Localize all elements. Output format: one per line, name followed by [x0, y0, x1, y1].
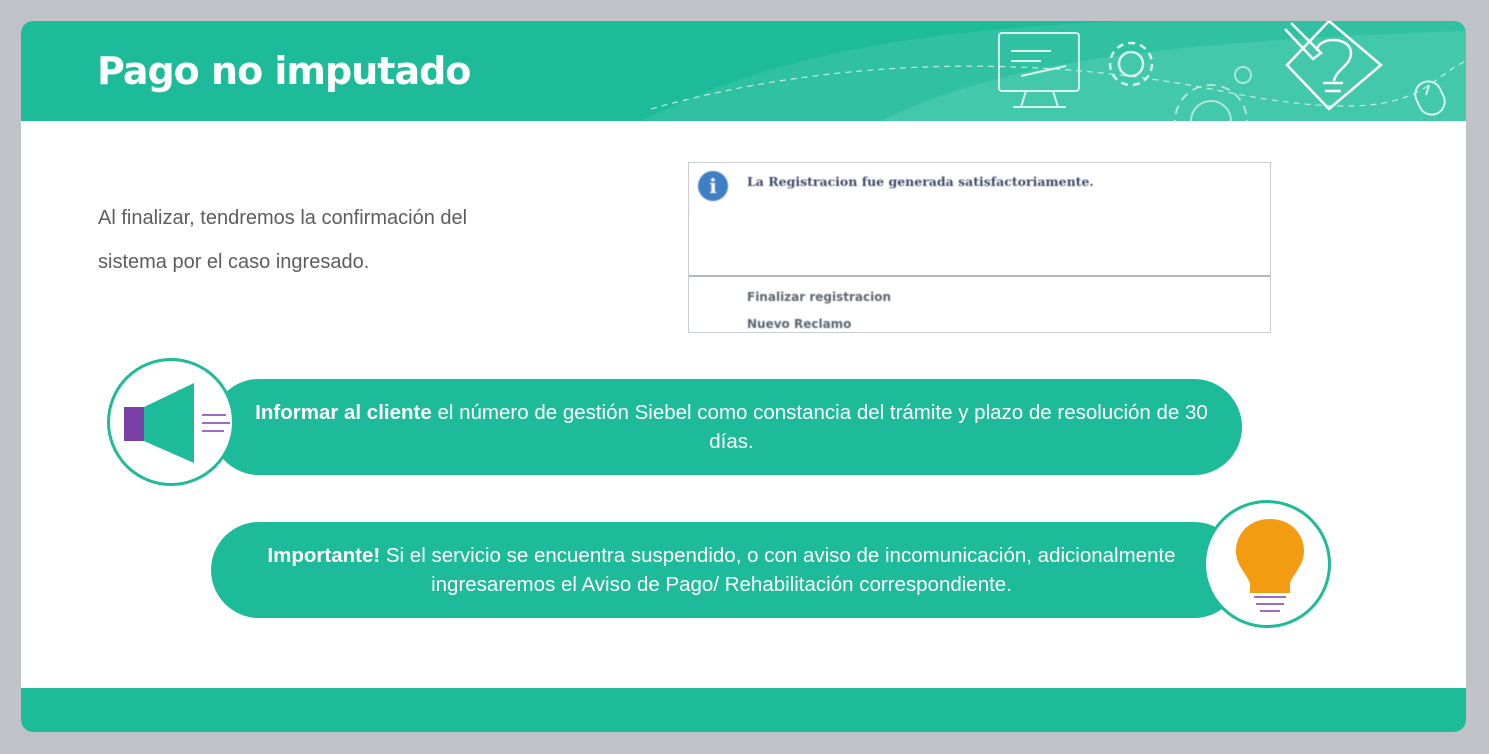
header-banner: Pago no imputado: [21, 21, 1466, 121]
megaphone-badge: [107, 358, 235, 486]
divider: [689, 275, 1270, 277]
intro-text: Al finalizar, tendremos la confirmación …: [98, 196, 538, 284]
intro-line: sistema por el caso ingresado.: [98, 251, 370, 273]
callout-bold: Importante!: [267, 544, 381, 567]
callout-body: Si el servicio se encuentra suspendido, …: [380, 544, 1176, 596]
footer-bar: [21, 688, 1466, 732]
finalizar-registracion-link[interactable]: Finalizar registracion: [747, 290, 891, 304]
confirmation-screenshot: i La Registracion fue generada satisfact…: [688, 162, 1271, 333]
nuevo-reclamo-link[interactable]: Nuevo Reclamo: [747, 317, 851, 331]
intro-line: Al finalizar, tendremos la confirmación …: [98, 207, 468, 229]
megaphone-icon: [124, 383, 230, 463]
callout-text: Importante! Si el servicio se encuentra …: [231, 541, 1212, 599]
callout-text: Informar al cliente el número de gestión…: [241, 398, 1222, 456]
slide: Pago no imputado Al finalizar, tendremos…: [21, 21, 1466, 732]
callout-importante: Importante! Si el servicio se encuentra …: [211, 522, 1242, 618]
callout-body: el número de gestión Siebel como constan…: [431, 401, 1208, 453]
callout-bold: Informar al cliente: [255, 401, 432, 424]
lightbulb-badge: [1203, 500, 1331, 628]
confirmation-message: La Registracion fue generada satisfactor…: [747, 174, 1094, 189]
lightbulb-icon: [1236, 519, 1304, 612]
info-icon: i: [698, 171, 728, 201]
callout-informar: Informar al cliente el número de gestión…: [211, 379, 1242, 475]
page-title: Pago no imputado: [97, 49, 471, 93]
